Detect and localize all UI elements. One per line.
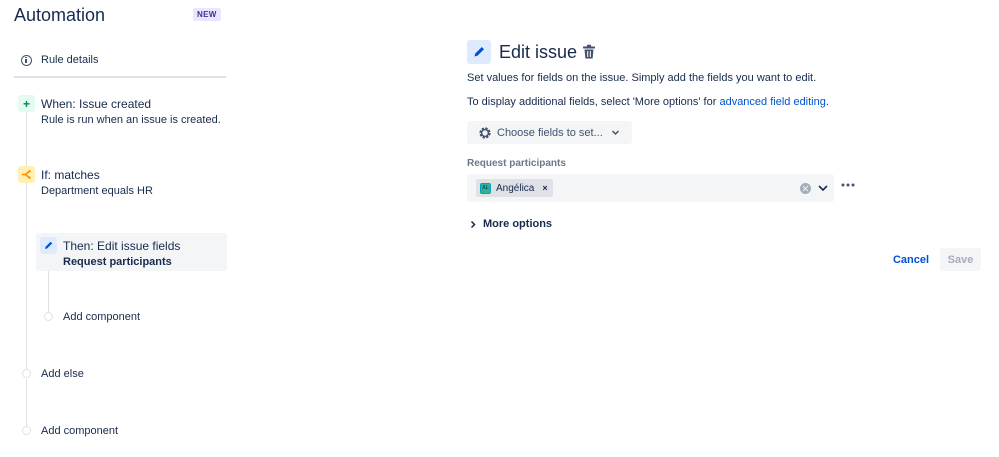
- choose-fields-label: Choose fields to set...: [497, 126, 603, 139]
- choose-fields-button[interactable]: Choose fields to set...: [467, 121, 632, 144]
- rule-sidebar: Automation NEW Rule details + When: Issu…: [0, 0, 240, 457]
- rule-details-item[interactable]: Rule details: [14, 46, 226, 74]
- new-badge: NEW: [193, 8, 221, 21]
- gear-icon: [479, 126, 491, 139]
- rule-details-label: Rule details: [41, 54, 99, 66]
- add-component-dot: [22, 426, 31, 435]
- trigger-title[interactable]: When: Issue created: [41, 97, 151, 111]
- add-component-outer-link[interactable]: Add component: [41, 425, 118, 437]
- condition-subtitle: Department equals HR: [41, 185, 153, 197]
- connector-line: [26, 112, 27, 166]
- sidebar-divider: [14, 76, 226, 78]
- add-else-dot: [22, 369, 31, 378]
- connector-line: [26, 379, 27, 426]
- participant-chip: AL Angélica ×: [476, 179, 553, 197]
- clear-icon[interactable]: [800, 183, 811, 194]
- pencil-icon: [467, 40, 491, 64]
- add-component-inner-link[interactable]: Add component: [63, 311, 140, 323]
- more-actions-icon[interactable]: [840, 177, 856, 193]
- trash-icon[interactable]: [582, 44, 596, 60]
- description-suffix: .: [825, 96, 829, 108]
- app-title: Automation: [14, 5, 106, 25]
- action-subtitle: Request participants: [63, 256, 172, 268]
- panel-title: Edit issue: [499, 42, 578, 62]
- panel-description-advanced: To display additional fields, select 'Mo…: [467, 96, 829, 108]
- save-button[interactable]: Save: [940, 248, 981, 271]
- panel-description: Set values for fields on the issue. Simp…: [467, 72, 817, 84]
- remove-participant-icon[interactable]: ×: [542, 183, 547, 193]
- chevron-right-icon: [470, 220, 476, 228]
- avatar: AL: [480, 182, 491, 194]
- pencil-icon: [40, 237, 57, 254]
- cancel-button[interactable]: Cancel: [886, 248, 936, 271]
- more-options-toggle[interactable]: More options: [469, 218, 552, 230]
- chevron-down-icon: [611, 130, 619, 136]
- info-icon: [21, 54, 32, 66]
- description-prefix: To display additional fields, select 'Mo…: [467, 96, 720, 108]
- add-component-dot: [44, 312, 53, 321]
- branch-icon: [18, 166, 35, 183]
- action-title: Then: Edit issue fields: [63, 239, 181, 253]
- participant-name: Angélica: [496, 182, 535, 194]
- field-label: Request participants: [467, 158, 566, 169]
- chevron-down-icon[interactable]: [817, 182, 829, 194]
- advanced-field-editing-link[interactable]: advanced field editing: [719, 96, 825, 108]
- plus-icon: +: [18, 95, 35, 112]
- trigger-subtitle: Rule is run when an issue is created.: [41, 114, 221, 126]
- request-participants-picker[interactable]: AL Angélica ×: [467, 174, 834, 202]
- connector-line: [26, 183, 27, 369]
- add-else-link[interactable]: Add else: [41, 368, 84, 380]
- condition-title[interactable]: If: matches: [41, 168, 100, 182]
- more-options-label: More options: [483, 218, 553, 230]
